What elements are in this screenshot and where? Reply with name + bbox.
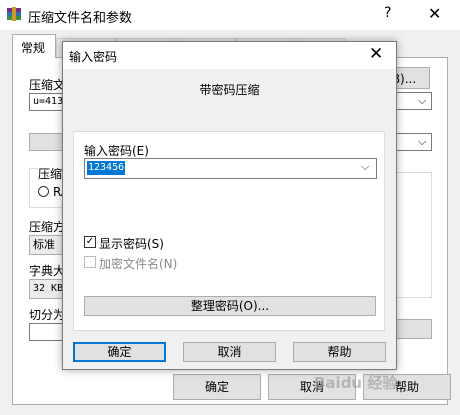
chevron-down-icon[interactable]: ⌵: [361, 160, 369, 174]
baidu-watermark: Baidu 经验: [314, 374, 398, 392]
archive-name-label: 压缩文: [29, 78, 66, 92]
help-icon[interactable]: ?: [384, 5, 391, 21]
format-rar-radio[interactable]: [38, 186, 49, 197]
password-label: 输入密码(E): [84, 144, 149, 158]
update-mode-dropdown[interactable]: ⌵: [396, 133, 432, 151]
show-password-checkbox[interactable]: ✓: [84, 236, 96, 248]
organize-passwords-button[interactable]: 整理密码(O)...: [84, 296, 376, 316]
password-dialog: 输入密码 ✕ 带密码压缩 输入密码(E) 123456 ⌵ ✓ 显示密码(S) …: [62, 41, 397, 370]
method-label: 压缩方: [29, 220, 66, 234]
tab-general[interactable]: 常规: [12, 34, 56, 58]
close-icon[interactable]: ✕: [428, 4, 441, 23]
ok-button[interactable]: 确定: [73, 342, 166, 362]
dialog-close-icon[interactable]: ✕: [369, 44, 383, 64]
cancel-button[interactable]: 取消: [183, 342, 276, 362]
chevron-down-icon: ⌵: [418, 135, 427, 148]
password-value: 123456: [87, 161, 126, 175]
archive-name-dropdown[interactable]: ⌵: [396, 92, 432, 110]
dialog-heading: 带密码压缩: [199, 83, 260, 97]
password-input[interactable]: 123456 ⌵: [84, 158, 377, 179]
help-button[interactable]: 帮助: [293, 342, 386, 362]
chevron-down-icon: ⌵: [418, 94, 427, 107]
tab-general-label: 常规: [21, 41, 46, 55]
options-groupbox: [396, 172, 432, 298]
set-password-button[interactable]: [396, 319, 432, 339]
background-titlebar: 压缩文件名和参数 ? ✕: [0, 0, 460, 30]
dialog-title: 输入密码: [69, 50, 118, 64]
show-password-label: 显示密码(S): [99, 237, 164, 251]
encrypt-filenames-label: 加密文件名(N): [99, 257, 178, 271]
background-ok-button[interactable]: 确定: [173, 374, 261, 400]
winrar-app-icon: [6, 6, 22, 22]
encrypt-filenames-checkbox: [84, 256, 96, 268]
dialog-titlebar: 输入密码 ✕: [63, 42, 396, 69]
format-group-label: 压缩: [38, 165, 63, 182]
background-window-title: 压缩文件名和参数: [28, 11, 133, 26]
dict-size-label: 字典大: [29, 264, 66, 278]
split-size-label: 切分为: [29, 308, 66, 322]
